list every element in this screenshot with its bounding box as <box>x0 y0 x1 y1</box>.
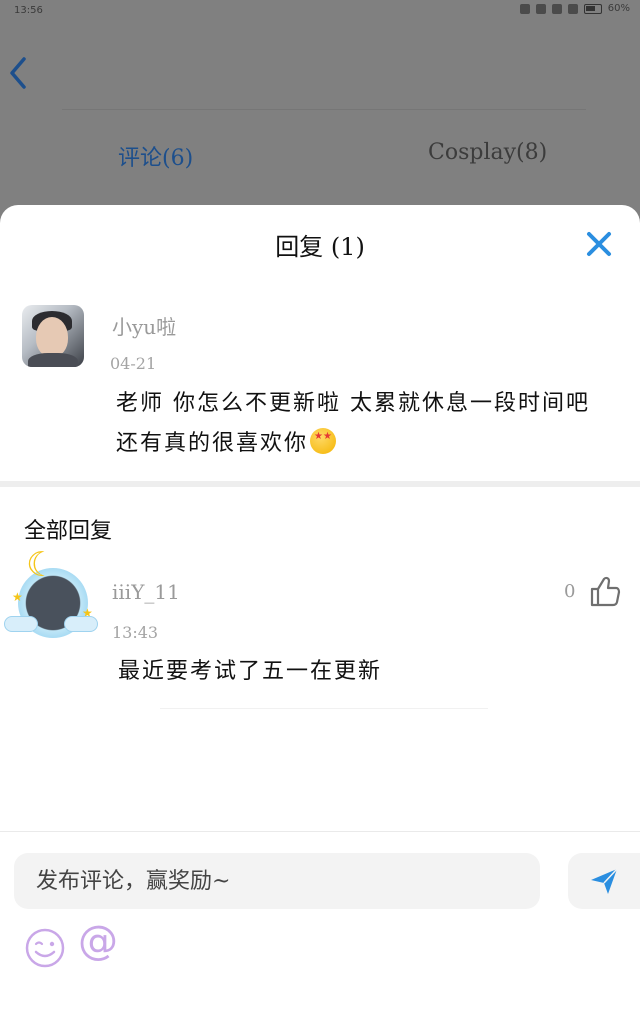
thumbs-up-icon <box>590 576 621 607</box>
section-divider <box>0 481 640 487</box>
comment-timestamp: 04-21 <box>110 354 157 373</box>
tab-cosplay[interactable]: Cosplay(8) <box>428 140 547 165</box>
reply-text: 最近要考试了五一在更新 <box>118 659 383 684</box>
reply-divider <box>160 708 488 709</box>
emoji-button[interactable] <box>24 927 66 969</box>
at-icon[interactable]: @ <box>78 921 118 961</box>
wifi-icon <box>567 3 578 14</box>
reply-sheet: 回复 (1) 小yu啦 04-21 老师 你怎么不更新啦 太累就休息一段时间吧 … <box>0 205 640 1024</box>
background-divider <box>62 109 586 110</box>
reply-timestamp: 13:43 <box>112 623 159 642</box>
mute-icon <box>551 3 562 14</box>
comment-input[interactable] <box>14 853 540 909</box>
battery-icon <box>583 3 602 14</box>
comment-text-line-2-label: 还有真的很喜欢你 <box>116 431 309 456</box>
star-struck-emoji-icon <box>310 428 337 454</box>
status-time: 13:56 <box>14 5 43 16</box>
reply-avatar[interactable]: ☾ ★ ★ <box>4 545 98 643</box>
moon-icon: ☾ <box>26 545 57 585</box>
reply-author[interactable]: iiiY_11 <box>112 580 180 604</box>
like-count: 0 <box>564 581 576 602</box>
cloud-decoration <box>4 616 38 632</box>
bluetooth-icon <box>535 3 546 14</box>
send-icon <box>591 868 618 894</box>
comment-author[interactable]: 小yu啦 <box>112 311 176 340</box>
nfc-icon <box>519 3 530 14</box>
avatar[interactable] <box>22 305 84 367</box>
status-bar: 13:56 60% <box>0 0 640 22</box>
status-icons: 60% <box>519 3 630 14</box>
back-arrow-icon[interactable] <box>6 55 32 91</box>
star-icon: ★ <box>12 590 23 604</box>
cloud-decoration <box>64 616 98 632</box>
input-bar-divider <box>0 831 640 832</box>
close-button[interactable] <box>580 225 618 263</box>
comment-text-line-2: 还有真的很喜欢你 <box>116 425 337 457</box>
like-button[interactable] <box>586 573 622 609</box>
close-icon <box>587 232 611 256</box>
emoji-face-icon <box>25 928 65 968</box>
tab-comments[interactable]: 评论(6) <box>118 140 193 172</box>
battery-level: 60% <box>607 3 630 14</box>
comment-text-line-1: 老师 你怎么不更新啦 太累就休息一段时间吧 <box>116 391 590 416</box>
send-button[interactable] <box>568 853 640 909</box>
sheet-title: 回复 (1) <box>275 233 365 261</box>
all-replies-heading: 全部回复 <box>24 519 113 544</box>
